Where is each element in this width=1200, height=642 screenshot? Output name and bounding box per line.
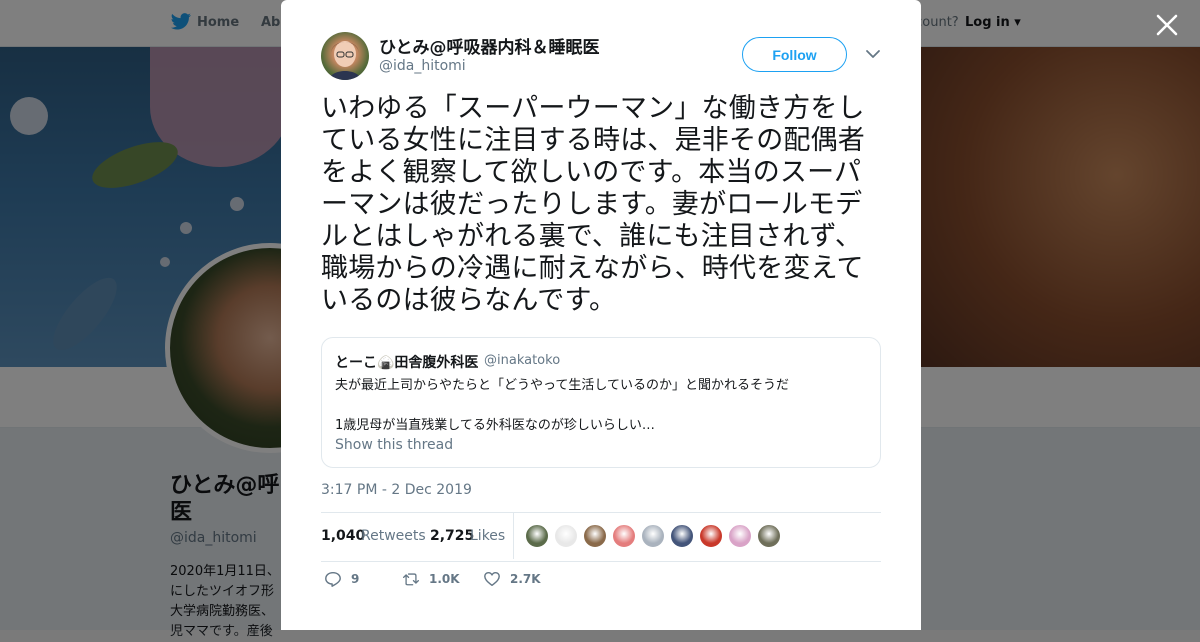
liker-avatar[interactable]: [583, 524, 607, 548]
show-thread-link[interactable]: Show this thread: [335, 437, 453, 453]
author-handle[interactable]: @ida_hitomi: [379, 58, 466, 74]
liker-avatar[interactable]: [641, 524, 665, 548]
tweet-text: いわゆる「スーパーウーマン」な働き方をしている女性に注目する時は、是非その配偶者…: [321, 93, 865, 316]
tweet-stats: 1,040 Retweets 2,725 Likes: [321, 512, 881, 562]
liker-avatar[interactable]: [757, 524, 781, 548]
author-name[interactable]: ひとみ@呼吸器内科＆睡眠医: [379, 33, 600, 58]
retweets-label[interactable]: Retweets: [361, 528, 426, 544]
author-avatar[interactable]: [321, 32, 369, 80]
stats-divider: [513, 513, 514, 559]
quoted-text-line: 夫が最近上司からやたらと「どうやって生活しているのか」と聞かれるそうだ: [335, 378, 789, 393]
heart-icon: [484, 571, 500, 587]
retweet-icon: [402, 573, 420, 586]
liker-avatar[interactable]: [728, 524, 752, 548]
author-avatar-art: [329, 41, 361, 80]
like-button[interactable]: 2.7K: [483, 570, 541, 588]
liker-avatars: [525, 524, 781, 548]
follow-button[interactable]: Follow: [742, 37, 847, 72]
tweet-timestamp[interactable]: 3:17 PM - 2 Dec 2019: [321, 482, 472, 498]
retweet-button[interactable]: 1.0K: [402, 570, 460, 588]
close-icon[interactable]: [1154, 12, 1180, 38]
quoted-text-line: 1歳児母が当直残業してる外科医なのが珍しいらしい…: [335, 418, 655, 433]
likes-label[interactable]: Likes: [470, 528, 505, 544]
retweets-count[interactable]: 1,040: [321, 528, 365, 544]
likes-count[interactable]: 2,725: [430, 528, 474, 544]
liker-avatar[interactable]: [612, 524, 636, 548]
quoted-author-name: とーこ🍙田舎腹外科医: [335, 355, 479, 371]
quoted-author-handle: @inakatoko: [484, 353, 561, 368]
retweet-count: 1.0K: [429, 572, 460, 586]
reply-icon: [325, 571, 341, 587]
tweet-actions: 9 1.0K 2.7K: [321, 570, 881, 594]
liker-avatar[interactable]: [670, 524, 694, 548]
quoted-tweet[interactable]: とーこ🍙田舎腹外科医 @inakatoko 夫が最近上司からやたらと「どうやって…: [321, 337, 881, 468]
liker-avatar[interactable]: [554, 524, 578, 548]
liker-avatar[interactable]: [525, 524, 549, 548]
tweet-modal: ひとみ@呼吸器内科＆睡眠医 @ida_hitomi Follow いわゆる「スー…: [281, 0, 921, 630]
reply-count: 9: [351, 572, 360, 586]
like-count: 2.7K: [510, 572, 541, 586]
reply-button[interactable]: 9: [324, 570, 359, 588]
chevron-down-icon[interactable]: [865, 47, 881, 61]
liker-avatar[interactable]: [699, 524, 723, 548]
